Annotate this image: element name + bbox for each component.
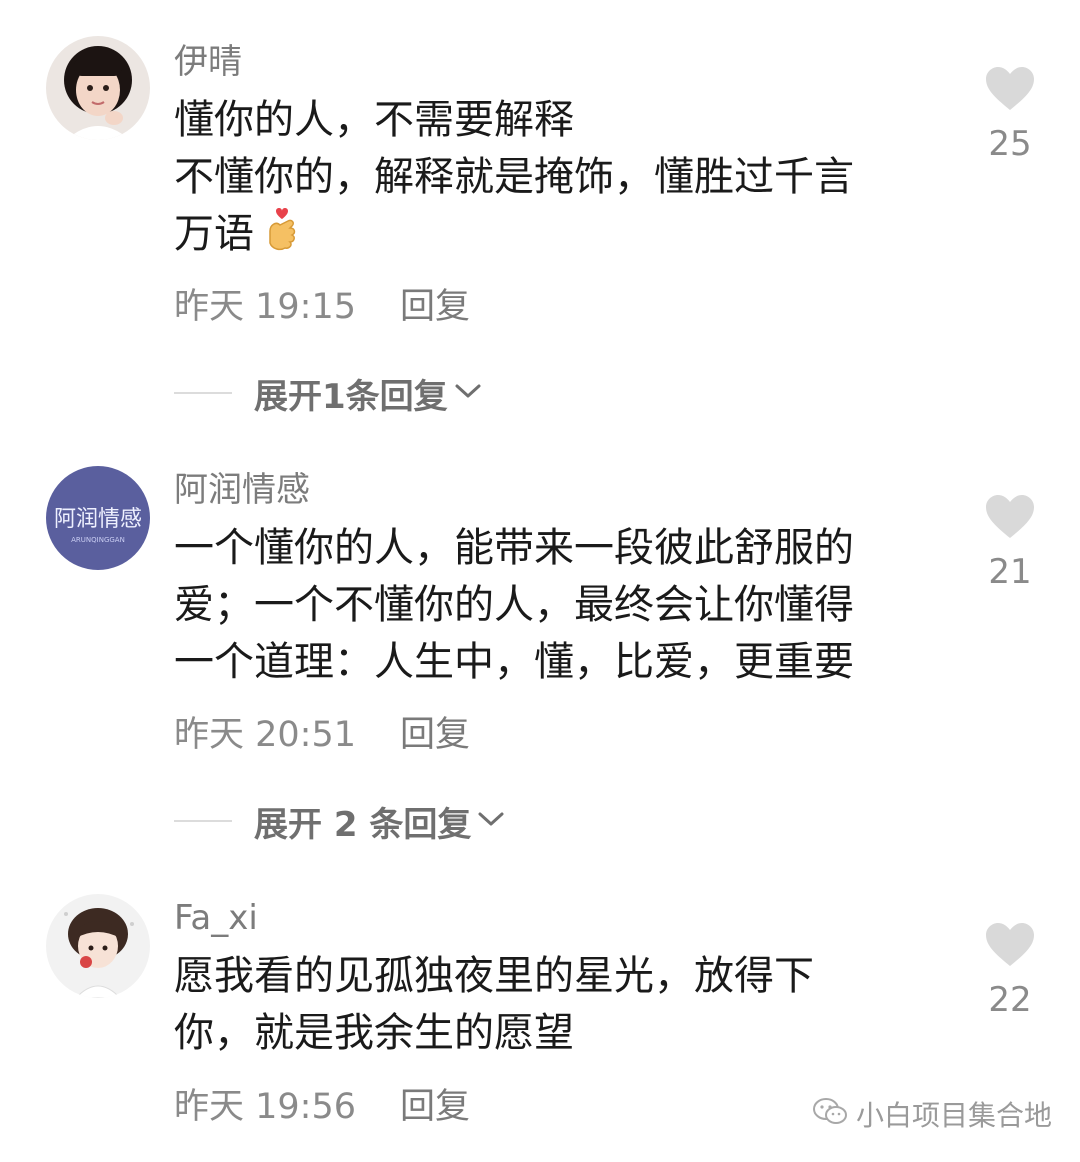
avatar[interactable] (46, 894, 150, 998)
comment-line: 愿我看的见孤独夜里的星光，放得下 (174, 953, 814, 999)
timestamp: 昨天 19:15 (174, 287, 356, 327)
like-count: 21 (988, 552, 1032, 592)
chevron-down-icon (477, 809, 505, 833)
comment-meta: 昨天 19:56 回复 (174, 1086, 470, 1128)
username[interactable]: 阿润情感 (174, 470, 310, 510)
avatar[interactable] (46, 36, 150, 140)
expand-replies[interactable]: 展开1条回复 (174, 372, 482, 417)
comment-line: 你，就是我余生的愿望 (174, 1010, 574, 1056)
comment-text: 懂你的人，不需要解释 不懂你的，解释就是掩饰，懂胜过千言 万语 (174, 92, 934, 269)
comment-meta: 昨天 19:15 回复 (174, 286, 470, 328)
timestamp: 昨天 20:51 (174, 715, 356, 755)
finger-heart-emoji-icon (262, 207, 302, 269)
expand-replies[interactable]: 展开 2 条回复 (174, 800, 505, 845)
username[interactable]: 伊晴 (174, 42, 242, 82)
reply-button[interactable]: 回复 (400, 715, 470, 755)
avatar[interactable]: 阿润情感 ARUNQINGGAN (46, 466, 150, 570)
comment-line: 爱；一个不懂你的人，最终会让你懂得 (174, 582, 854, 628)
watermark: 小白项目集合地 (812, 1092, 1052, 1136)
watermark-text: 小白项目集合地 (856, 1099, 1053, 1132)
like-button[interactable]: 25 (970, 66, 1050, 164)
comment-line: 懂你的人，不需要解释 (174, 97, 574, 143)
timestamp: 昨天 19:56 (174, 1087, 356, 1127)
comment-line: 一个道理：人生中，懂，比爱，更重要 (174, 639, 854, 685)
expand-replies-label: 展开 2 条回复 (254, 804, 472, 845)
comment-text: 一个懂你的人，能带来一段彼此舒服的 爱；一个不懂你的人，最终会让你懂得 一个道理… (174, 520, 934, 691)
reply-button[interactable]: 回复 (400, 1087, 470, 1127)
like-button[interactable]: 21 (970, 494, 1050, 592)
heart-icon (970, 66, 1050, 116)
comment-meta: 昨天 20:51 回复 (174, 714, 470, 756)
comment-line: 不懂你的，解释就是掩饰，懂胜过千言 (174, 154, 854, 200)
like-count: 22 (988, 980, 1032, 1020)
avatar-brand-subtext: ARUNQINGGAN (71, 536, 125, 544)
divider (174, 820, 232, 822)
username[interactable]: Fa_xi (174, 898, 258, 938)
avatar-brand-text: 阿润情感 (54, 507, 142, 532)
like-button[interactable]: 22 (970, 922, 1050, 1020)
expand-replies-label: 展开1条回复 (254, 376, 448, 417)
reply-button[interactable]: 回复 (400, 287, 470, 327)
wechat-icon (812, 1096, 848, 1132)
heart-icon (970, 922, 1050, 972)
comment-line: 万语 (174, 206, 934, 269)
comment-text: 愿我看的见孤独夜里的星光，放得下 你，就是我余生的愿望 (174, 948, 934, 1062)
comment-line: 一个懂你的人，能带来一段彼此舒服的 (174, 525, 854, 571)
heart-icon (970, 494, 1050, 544)
chevron-down-icon (454, 381, 482, 405)
divider (174, 392, 232, 394)
like-count: 25 (988, 124, 1032, 164)
